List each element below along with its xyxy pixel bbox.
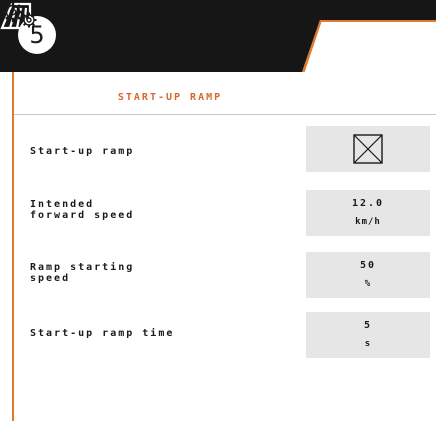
header-background — [0, 0, 436, 72]
gears-settings-icon[interactable] — [0, 0, 44, 30]
intended-forward-speed-label: Intended forward speed — [30, 199, 135, 221]
start-up-ramp-checkbox-field[interactable] — [306, 126, 430, 172]
ramp-starting-speed-unit: % — [364, 279, 372, 289]
start-up-ramp-time-value: 5 — [363, 320, 373, 331]
header-bar: 5 — [0, 0, 436, 72]
title-divider — [14, 114, 436, 115]
start-up-ramp-time-field[interactable]: 5 s — [306, 312, 430, 358]
checkbox-checked-icon[interactable] — [353, 134, 383, 164]
intended-forward-speed-field[interactable]: 12.0 km/h — [306, 190, 430, 236]
start-up-ramp-time-label: Start-up ramp time — [30, 328, 175, 339]
ramp-starting-speed-value: 50 — [359, 260, 377, 271]
ramp-starting-speed-field[interactable]: 50 % — [306, 252, 430, 298]
intended-forward-speed-unit: km/h — [355, 217, 381, 227]
page-title: START-UP RAMP — [117, 92, 223, 103]
start-up-ramp-label: Start-up ramp — [30, 146, 135, 157]
intended-forward-speed-value: 12.0 — [351, 198, 385, 209]
ramp-starting-speed-label: Ramp starting speed — [30, 262, 135, 284]
left-accent-rule — [12, 72, 14, 421]
start-up-ramp-time-unit: s — [364, 339, 372, 349]
